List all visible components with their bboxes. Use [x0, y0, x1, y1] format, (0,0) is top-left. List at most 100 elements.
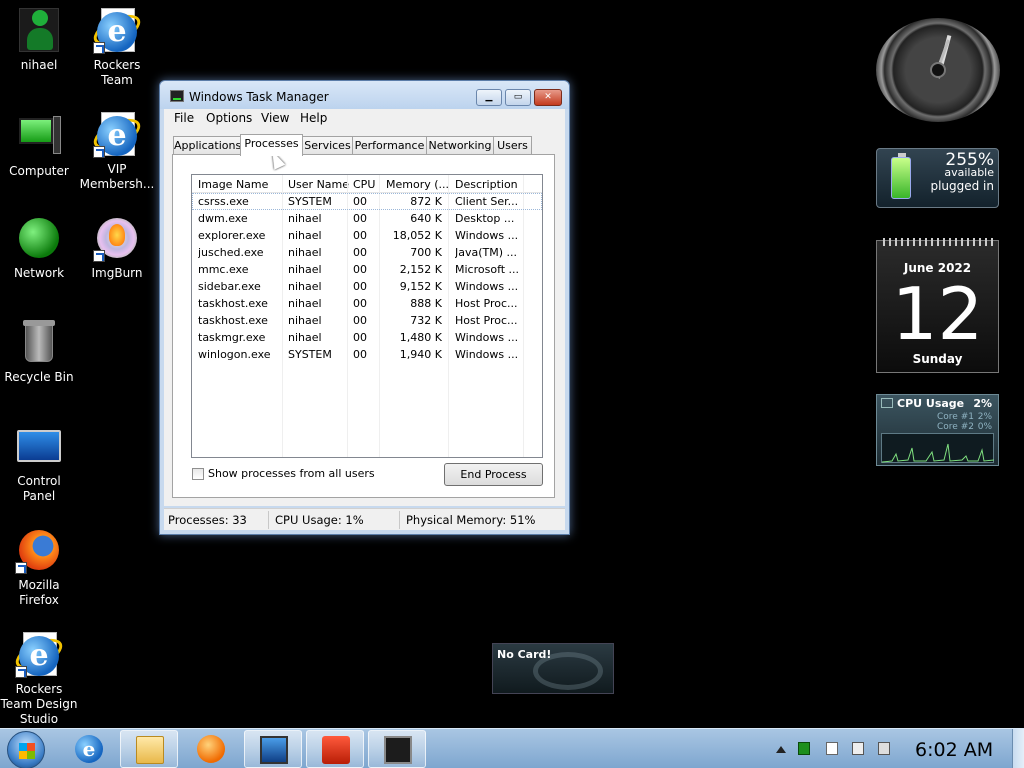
process-row[interactable]: dwm.exe nihael 00 640 K Desktop ...	[192, 210, 542, 227]
desktop-icon-label: ImgBurn	[91, 266, 143, 280]
cell-description: Client Ser...	[455, 195, 519, 208]
process-row[interactable]: sidebar.exe nihael 00 9,152 K Windows ...	[192, 278, 542, 295]
cell-cpu: 00	[353, 297, 367, 310]
show-desktop-button[interactable]	[1012, 729, 1024, 768]
taskbar-remote-desktop[interactable]	[244, 730, 302, 768]
cell-user-name: nihael	[288, 246, 322, 259]
cell-memory: 872 K	[410, 195, 442, 208]
desktop-icon-rockers-team[interactable]: e Rockers Team	[78, 8, 156, 88]
cell-cpu: 00	[353, 212, 367, 225]
desktop-icon-network[interactable]: Network	[0, 216, 78, 281]
calendar-gadget[interactable]: June 2022 12 Sunday	[876, 238, 999, 373]
process-row[interactable]: taskmgr.exe nihael 00 1,480 K Windows ...	[192, 329, 542, 346]
menu-help[interactable]: Help	[300, 111, 327, 125]
column-header-description[interactable]: Description	[455, 178, 518, 191]
menu-view[interactable]: View	[261, 111, 289, 125]
nvidia-gadget[interactable]: No Card!	[492, 643, 614, 694]
tab-performance[interactable]: Performance	[352, 136, 427, 155]
nvidia-tray-icon[interactable]	[798, 742, 810, 755]
cell-image-name: mmc.exe	[198, 263, 249, 276]
clock-gadget[interactable]	[876, 18, 1000, 122]
taskbar-clock[interactable]: 6:02 AM	[915, 739, 993, 761]
process-row[interactable]: jusched.exe nihael 00 700 K Java(TM) ...	[192, 244, 542, 261]
task-manager-app-icon	[170, 90, 184, 102]
control-panel-icon	[17, 424, 61, 468]
desktop-icon-recycle-bin[interactable]: Recycle Bin	[0, 320, 78, 385]
core1-value: 2%	[977, 412, 992, 422]
internet-explorer-icon: e	[75, 735, 103, 763]
firefox-icon	[15, 528, 61, 574]
battery-state: plugged in	[930, 179, 994, 193]
desktop-icon-rockers-team-design-studio[interactable]: e Rockers Team Design Studio	[0, 632, 78, 727]
volume-muted-icon[interactable]	[878, 742, 890, 755]
start-button[interactable]	[7, 731, 45, 768]
cell-image-name: jusched.exe	[198, 246, 264, 259]
process-row[interactable]: taskhost.exe nihael 00 732 K Host Proc...	[192, 312, 542, 329]
menu-bar: File Options View Help	[164, 109, 565, 129]
cpu-usage-graph-line	[881, 443, 995, 463]
cell-image-name: taskmgr.exe	[198, 331, 266, 344]
cell-description: Desktop ...	[455, 212, 515, 225]
desktop-icon-imgburn[interactable]: ImgBurn	[78, 216, 156, 281]
tab-processes[interactable]: Processes	[240, 134, 303, 156]
taskbar-toolbox[interactable]	[306, 730, 364, 768]
process-row[interactable]: winlogon.exe SYSTEM 00 1,940 K Windows ...	[192, 346, 542, 363]
cell-cpu: 00	[353, 195, 367, 208]
desktop-icon-label: VIP Membersh...	[79, 162, 155, 191]
task-manager-icon	[384, 736, 412, 764]
desktop-icon-control-panel[interactable]: Control Panel	[0, 424, 78, 504]
battery-icon	[891, 153, 911, 199]
process-row[interactable]: mmc.exe nihael 00 2,152 K Microsoft ...	[192, 261, 542, 278]
desktop-icon-label: Control Panel	[17, 474, 61, 503]
taskbar-task-manager[interactable]	[368, 730, 426, 768]
column-header-cpu[interactable]: CPU	[353, 178, 375, 191]
show-all-users-label: Show processes from all users	[208, 467, 375, 480]
battery-gadget[interactable]: 255% available plugged in	[876, 148, 999, 208]
column-header-user-name[interactable]: User Name	[288, 178, 349, 191]
desktop-icon-label: Computer	[9, 164, 69, 178]
taskbar-explorer[interactable]	[120, 730, 178, 768]
cell-user-name: nihael	[288, 212, 322, 225]
window-title: Windows Task Manager	[189, 90, 329, 104]
desktop-icon-firefox[interactable]: Mozilla Firefox	[0, 528, 78, 608]
cell-cpu: 00	[353, 348, 367, 361]
process-row[interactable]: taskhost.exe nihael 00 888 K Host Proc...	[192, 295, 542, 312]
menu-file[interactable]: File	[174, 111, 194, 125]
clock-hub	[930, 62, 946, 78]
cell-cpu: 00	[353, 331, 367, 344]
menu-options[interactable]: Options	[206, 111, 252, 125]
status-bar: Processes: 33 CPU Usage: 1% Physical Mem…	[164, 508, 565, 530]
process-row[interactable]: csrss.exe SYSTEM 00 872 K Client Ser...	[192, 193, 542, 210]
cell-memory: 640 K	[410, 212, 442, 225]
end-process-button[interactable]: End Process	[444, 463, 543, 486]
taskbar-internet-explorer[interactable]: e	[60, 730, 118, 768]
core1-label: Core #1	[937, 412, 974, 422]
tab-applications[interactable]: Applications	[173, 136, 241, 155]
tab-services[interactable]: Services	[302, 136, 353, 155]
process-list[interactable]: Image Name User Name CPU Memory (... Des…	[191, 174, 543, 458]
desktop-icon-vip-membership[interactable]: e VIP Membersh...	[78, 112, 156, 192]
column-header-memory[interactable]: Memory (...	[386, 178, 449, 191]
close-button[interactable]: ✕	[534, 89, 562, 106]
cell-description: Microsoft ...	[455, 263, 520, 276]
show-all-users-checkbox[interactable]	[192, 468, 204, 480]
show-hidden-icons-button[interactable]	[776, 746, 786, 753]
cpu-usage-gadget[interactable]: CPU Usage 2% Core #1 2% Core #2 0%	[876, 394, 999, 466]
column-header-image-name[interactable]: Image Name	[198, 178, 268, 191]
cell-cpu: 00	[353, 314, 367, 327]
title-bar[interactable]: Windows Task Manager ▁ ▭ ✕	[160, 81, 569, 109]
tab-users[interactable]: Users	[493, 136, 532, 155]
maximize-button[interactable]: ▭	[505, 89, 531, 106]
taskbar-media-player[interactable]	[182, 730, 240, 768]
process-row[interactable]: explorer.exe nihael 00 18,052 K Windows ...	[192, 227, 542, 244]
calendar-day: 12	[891, 272, 984, 356]
network-tray-icon[interactable]	[852, 742, 864, 755]
desktop-icon-computer[interactable]: Computer	[0, 114, 78, 179]
cell-image-name: csrss.exe	[198, 195, 249, 208]
minimize-button[interactable]: ▁	[476, 89, 502, 106]
tab-networking[interactable]: Networking	[426, 136, 494, 155]
window-client-area: Applications Processes Services Performa…	[164, 129, 565, 506]
desktop-icon-user[interactable]: nihael	[0, 8, 78, 73]
cpu-gadget-title: CPU Usage	[897, 397, 965, 410]
action-center-icon[interactable]	[826, 742, 838, 755]
